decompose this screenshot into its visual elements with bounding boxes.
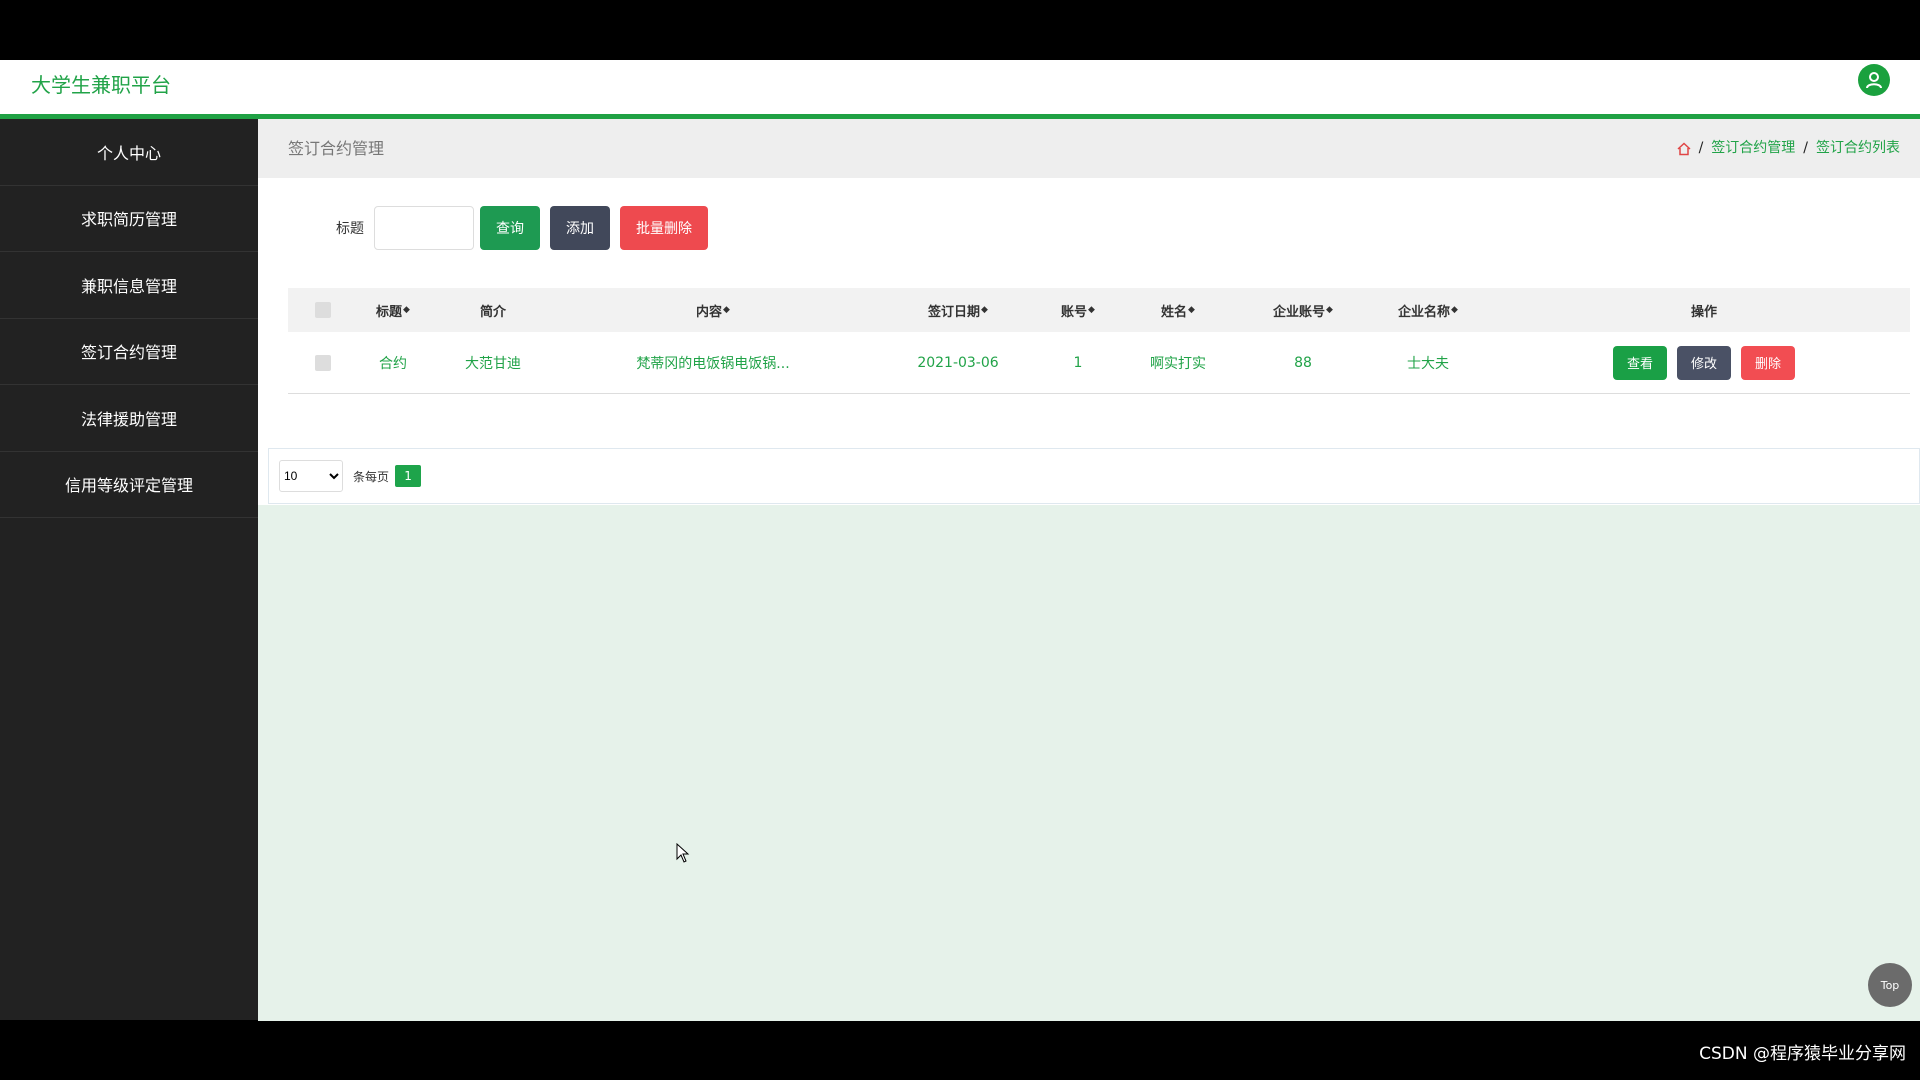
user-avatar[interactable] (1858, 64, 1890, 96)
page-title: 签订合约管理 (288, 139, 385, 158)
search-form: 标题 查询 添加 批量删除 (336, 206, 718, 250)
top-header: 大学生兼职平台 (0, 60, 1920, 119)
app-window: 大学生兼职平台 个人中心 求职简历管理 兼职信息管理 签订合约管理 法律援助管理… (0, 60, 1920, 1021)
sidebar-item-resume-management[interactable]: 求职简历管理 (0, 186, 258, 252)
breadcrumb: / 签订合约管理 / 签订合约列表 (1677, 119, 1900, 178)
add-button[interactable]: 添加 (550, 206, 610, 250)
table-header-row: 标题 ◆ 简介 内容 ◆ 签订日期 ◆ 账号 ◆ 姓名 ◆ 企业账号 ◆ 企业名称 ◆ 操作 (288, 288, 1910, 332)
back-to-top-button[interactable]: Top (1868, 963, 1912, 1007)
column-header-company-account[interactable]: 企业账号 ◆ (1248, 301, 1358, 320)
delete-button[interactable]: 删除 (1741, 345, 1796, 380)
sidebar-item-legal-aid-management[interactable]: 法律援助管理 (0, 385, 258, 452)
row-checkbox[interactable] (315, 354, 331, 371)
column-header-intro: 简介 (479, 304, 506, 320)
view-button[interactable]: 查看 (1612, 345, 1667, 380)
column-header-company-name[interactable]: 企业名称 ◆ (1358, 301, 1498, 320)
cell-name: 啊实打实 (1150, 355, 1206, 372)
title-filter-label: 标题 (336, 221, 364, 237)
query-button[interactable]: 查询 (480, 206, 540, 250)
cell-content: 梵蒂冈的电饭锅电饭锅... (636, 355, 790, 372)
sort-icon: ◆ (1188, 305, 1195, 315)
app-title: 大学生兼职平台 (31, 73, 171, 97)
column-header-sign-date[interactable]: 签订日期 ◆ (868, 301, 1048, 320)
main-content: 签订合约管理 / 签订合约管理 / 签订合约列表 标题 查询 添加 批量删除 标… (258, 119, 1920, 1021)
per-page-label: 条每页 (353, 469, 390, 484)
select-all-checkbox[interactable] (315, 302, 331, 318)
cell-title: 合约 (379, 355, 407, 372)
watermark-text: CSDN @程序猿毕业分享网 (1699, 1044, 1906, 1064)
column-header-account[interactable]: 账号 ◆ (1048, 301, 1108, 320)
user-icon (1866, 72, 1882, 89)
cell-company-account: 88 (1294, 354, 1312, 371)
cell-account: 1 (1073, 354, 1083, 371)
title-filter-input[interactable] (374, 206, 474, 250)
sort-icon: ◆ (403, 305, 410, 315)
breadcrumb-contract-list[interactable]: 签订合约列表 (1816, 119, 1900, 178)
sort-icon: ◆ (1326, 305, 1333, 315)
home-icon[interactable] (1677, 141, 1691, 156)
contract-table: 标题 ◆ 简介 内容 ◆ 签订日期 ◆ 账号 ◆ 姓名 ◆ 企业账号 ◆ 企业名称 ◆ 操作 … (288, 288, 1910, 394)
column-header-title[interactable]: 标题 ◆ (358, 301, 428, 320)
list-panel: 标题 查询 添加 批量删除 标题 ◆ 简介 内容 ◆ 签订日期 ◆ 账号 ◆ 姓名 ◆ 企… (258, 178, 1920, 505)
sidebar-item-contract-management[interactable]: 签订合约管理 (0, 319, 258, 385)
edit-button[interactable]: 修改 (1676, 345, 1731, 380)
column-header-name[interactable]: 姓名 ◆ (1108, 301, 1248, 320)
page-number-current[interactable]: 1 (395, 465, 422, 487)
sidebar-item-credit-rating-management[interactable]: 信用等级评定管理 (0, 452, 258, 518)
pagination: 10 条每页 1 (268, 448, 1920, 504)
table-row: 合约 大范甘迪 梵蒂冈的电饭锅电饭锅... 2021-03-06 1 啊实打实 … (288, 332, 1910, 394)
cell-intro: 大范甘迪 (465, 355, 521, 372)
cell-sign-date: 2021-03-06 (917, 354, 999, 371)
sidebar: 个人中心 求职简历管理 兼职信息管理 签订合约管理 法律援助管理 信用等级评定管… (0, 119, 258, 1020)
sort-icon: ◆ (1088, 305, 1095, 315)
sort-icon: ◆ (981, 305, 988, 315)
breadcrumb-separator: / (1698, 140, 1704, 156)
breadcrumb-bar: 签订合约管理 / 签订合约管理 / 签订合约列表 (258, 119, 1920, 178)
batch-delete-button[interactable]: 批量删除 (620, 206, 708, 250)
mouse-cursor-icon (676, 843, 690, 863)
cell-company-name: 士大夫 (1407, 355, 1449, 372)
breadcrumb-separator: / (1803, 140, 1808, 156)
sidebar-item-parttime-info-management[interactable]: 兼职信息管理 (0, 252, 258, 319)
sidebar-item-personal-center[interactable]: 个人中心 (0, 119, 258, 186)
sort-icon: ◆ (723, 305, 730, 315)
row-actions: 查看 修改 删除 (1498, 345, 1910, 380)
column-header-content[interactable]: 内容 ◆ (558, 301, 868, 320)
page-size-select[interactable]: 10 (279, 460, 343, 492)
sort-icon: ◆ (1451, 305, 1458, 315)
column-header-actions: 操作 (1690, 304, 1717, 320)
empty-content-area: Top (258, 505, 1920, 1021)
breadcrumb-contract-management[interactable]: 签订合约管理 (1711, 119, 1795, 178)
